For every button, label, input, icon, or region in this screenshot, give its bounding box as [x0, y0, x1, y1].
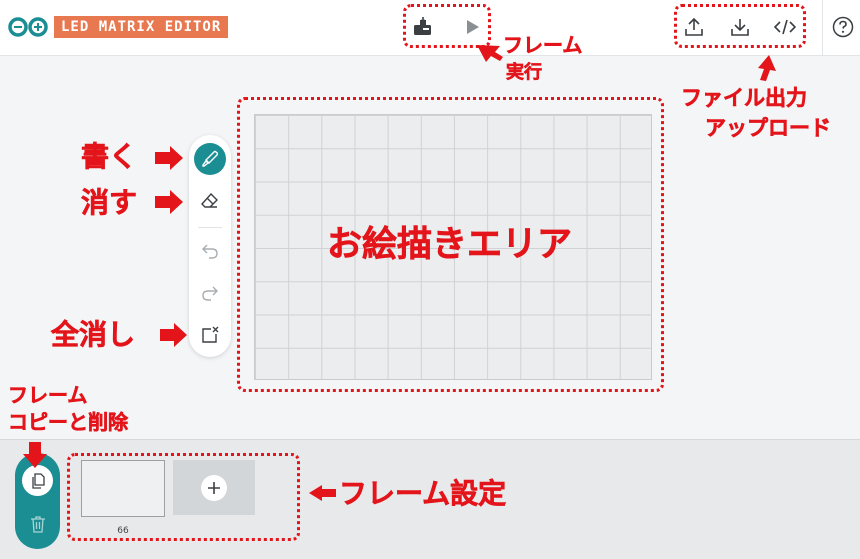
annotation-file-io-1: ファイル出力 [681, 86, 808, 111]
header-divider [822, 0, 823, 56]
app-title: LED MATRIX EDITOR [54, 16, 229, 38]
redo-button[interactable] [194, 277, 226, 309]
annotation-frame-copy-2: コピーと削除 [8, 410, 129, 434]
frame-settings-highlight [67, 453, 300, 541]
file-io-highlight [674, 4, 806, 48]
annotation-clear-all: 全消し [51, 318, 136, 352]
clear-canvas-button[interactable] [194, 319, 226, 351]
redo-icon [202, 286, 218, 301]
tool-divider [198, 227, 222, 228]
arduino-logo-icon [8, 17, 48, 37]
frame-run-highlight [403, 4, 491, 48]
brush-icon [202, 150, 219, 167]
arrow-draw [155, 146, 183, 170]
arrow-clear [160, 323, 187, 347]
tool-palette [189, 135, 231, 357]
arrow-file-io [758, 55, 776, 81]
annotation-canvas-area: お絵描きエリア [327, 225, 573, 266]
annotation-frame-settings: フレーム設定 [339, 477, 507, 510]
annotation-erase: 消す [81, 186, 138, 220]
help-icon [832, 16, 854, 38]
annotation-file-io-2: アップロード [705, 116, 832, 141]
eraser-icon [201, 192, 218, 208]
help-button[interactable] [828, 12, 858, 42]
trash-icon [30, 515, 45, 533]
annotation-draw: 書く [81, 140, 138, 174]
annotation-frame-run-1: フレーム [503, 33, 583, 57]
clear-canvas-icon [202, 326, 219, 343]
arrow-erase [155, 190, 183, 214]
undo-icon [202, 244, 218, 259]
undo-button[interactable] [194, 235, 226, 267]
delete-frame-button[interactable] [22, 508, 53, 539]
copy-frame-button[interactable] [22, 465, 53, 496]
copy-icon [31, 472, 45, 489]
annotation-frame-copy-1: フレーム [8, 383, 88, 407]
eraser-tool[interactable] [194, 185, 226, 217]
brush-tool[interactable] [194, 143, 226, 175]
annotation-frame-run-2: 実行 [506, 62, 543, 84]
